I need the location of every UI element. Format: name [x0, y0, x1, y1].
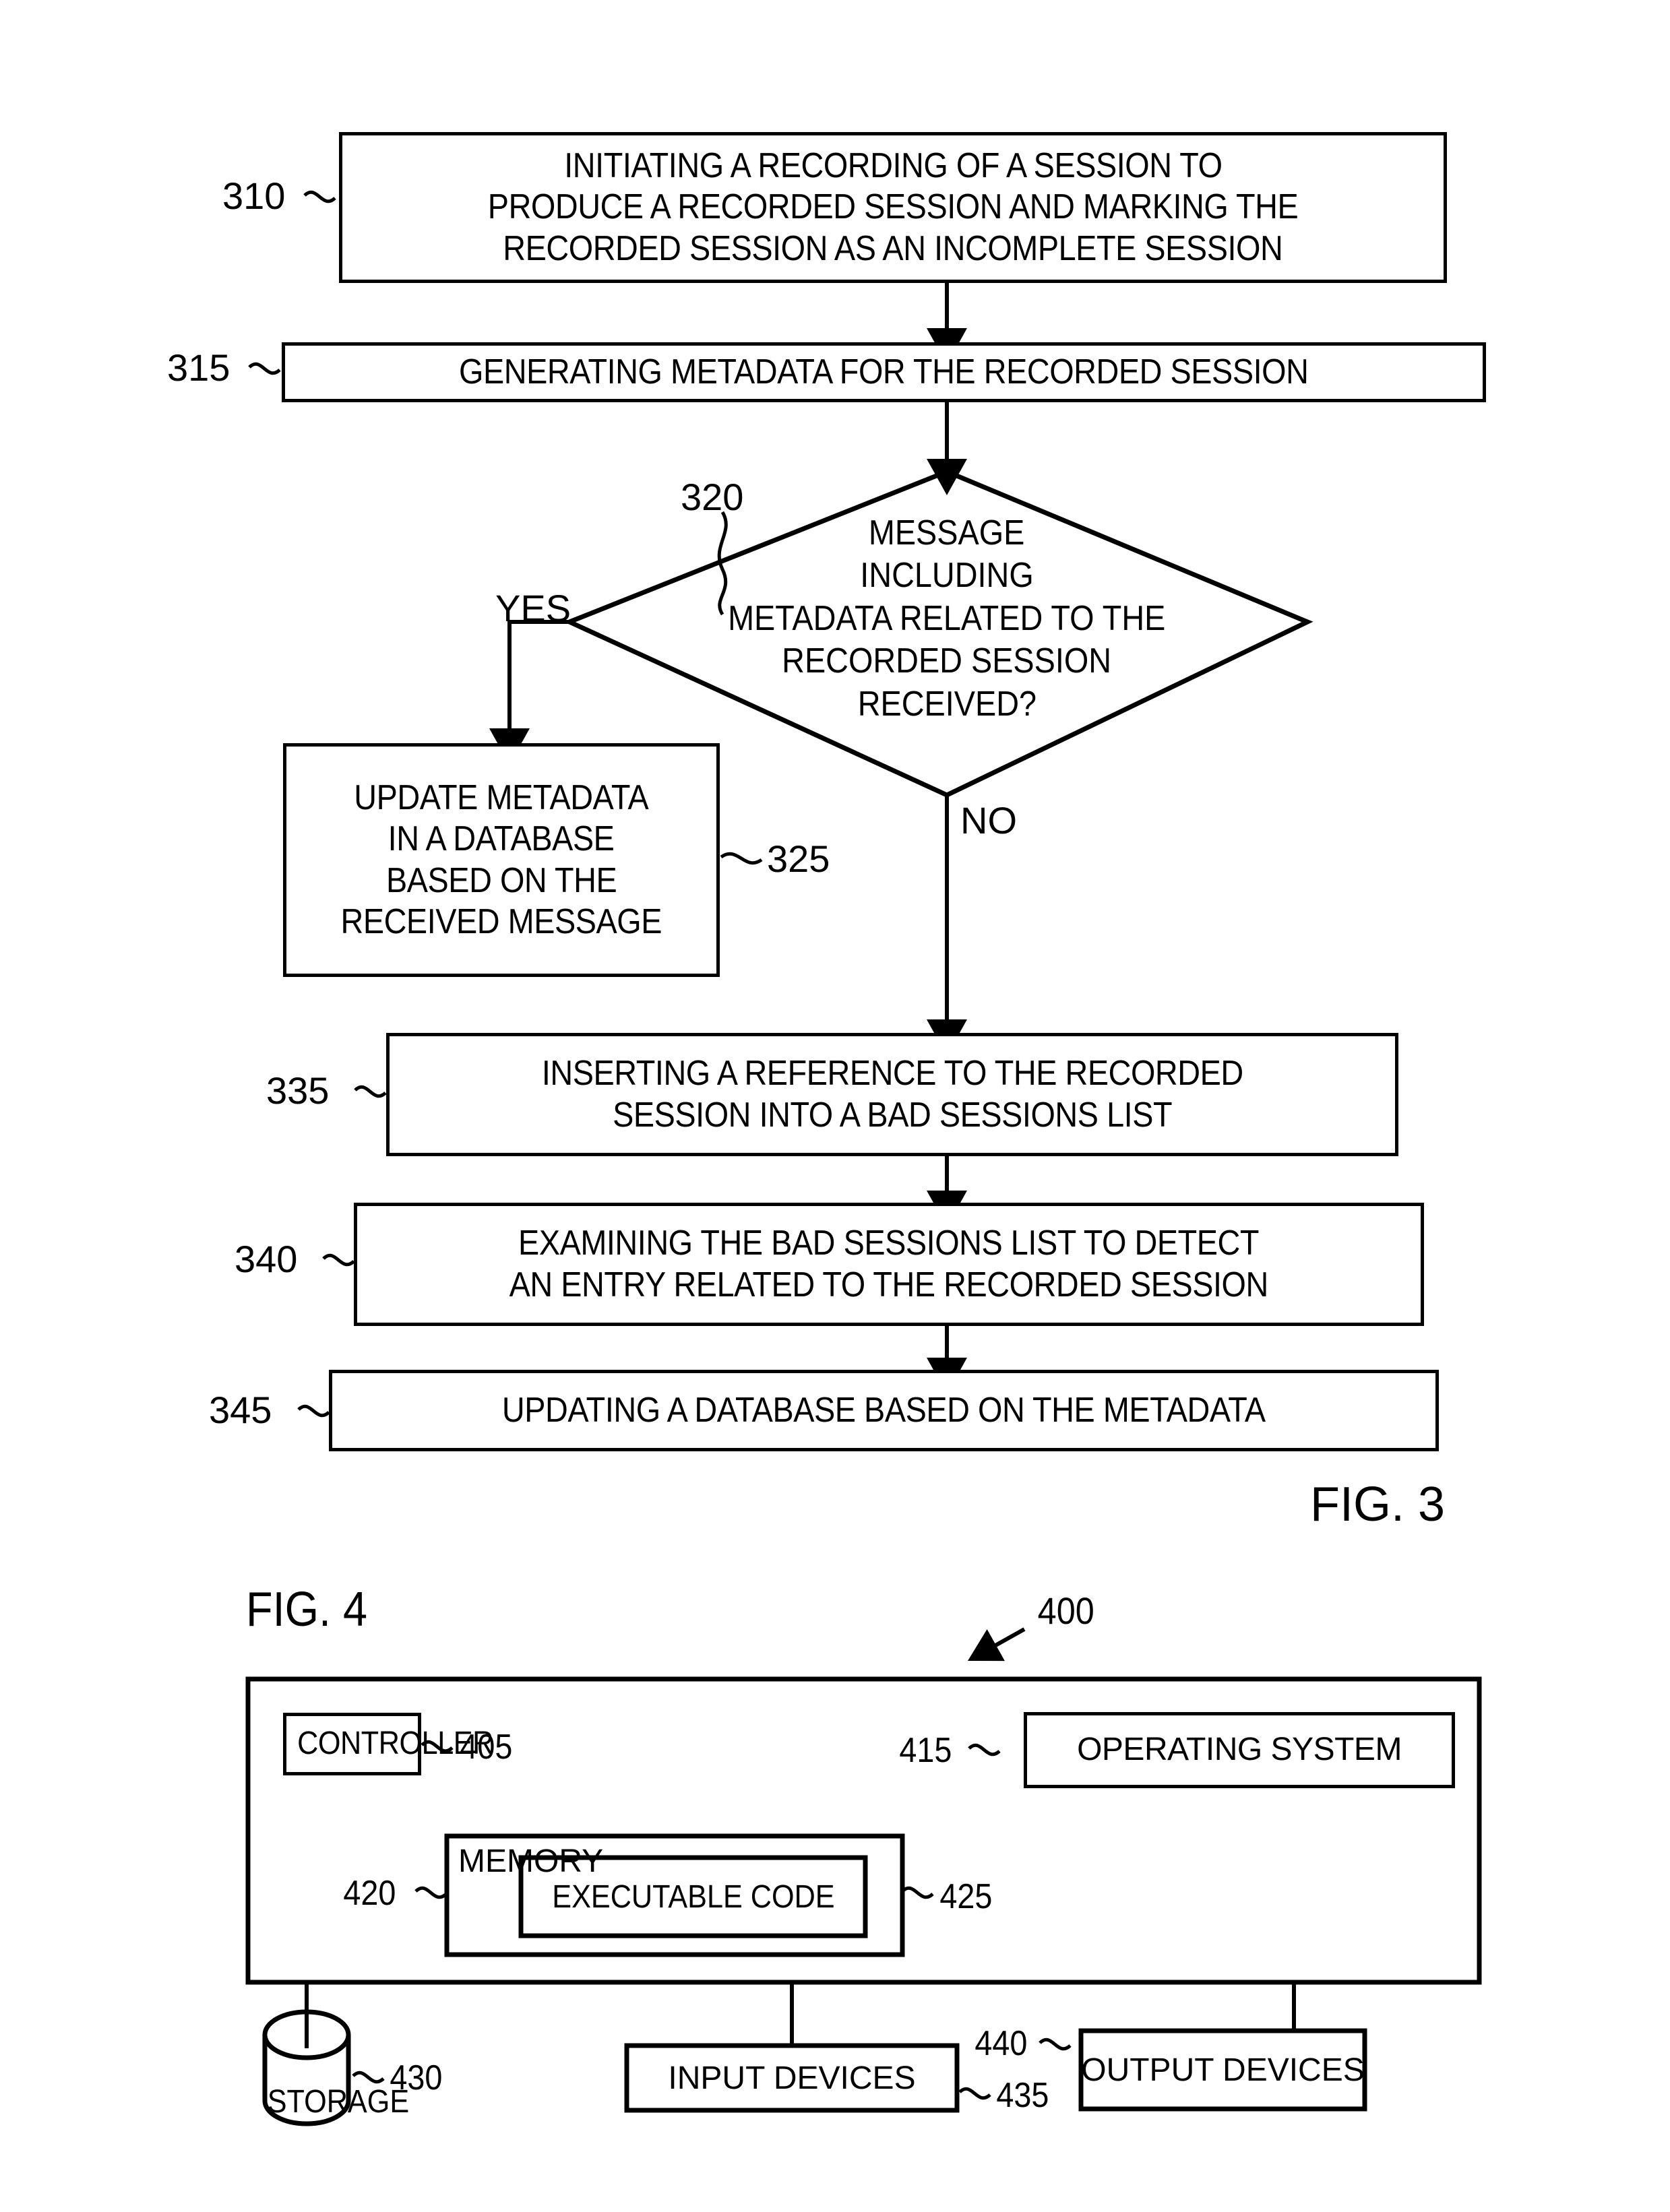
leader-squiggle-310	[303, 190, 336, 203]
controller-box-405: CONTROLLER	[283, 1713, 493, 1775]
leader-squiggle-345	[297, 1404, 330, 1418]
reference-numeral-400-text: 400	[1037, 1589, 1094, 1632]
decision-box-320-line-5: RECEIVED?	[857, 684, 1037, 724]
reference-numeral-430: 430	[387, 2058, 445, 2098]
leader-squiggle-440	[1039, 2037, 1072, 2051]
process-box-325-line-2: IN A DATABASE	[388, 819, 615, 859]
process-box-345: UPDATING A DATABASE BASED ON THE METADAT…	[329, 1370, 1439, 1451]
reference-numeral-415-text: 415	[899, 1731, 952, 1770]
leader-squiggle-335	[354, 1085, 387, 1098]
reference-numeral-420: 420	[340, 1873, 399, 1914]
branch-label-no: NO	[960, 799, 1017, 842]
decision-box-320-text: MESSAGE INCLUDING METADATA RELATED TO TH…	[627, 512, 1267, 726]
storage-label-wrap: STORAGE	[259, 2083, 409, 2120]
leader-squiggle-425	[901, 1886, 934, 1899]
output-devices-label-wrap: OUTPUT DEVICES	[1081, 2031, 1365, 2109]
executable-code-label: EXECUTABLE CODE	[551, 1878, 835, 1915]
process-box-335: INSERTING A REFERENCE TO THE RECORDED SE…	[386, 1033, 1398, 1156]
decision-box-320-line-4: RECORDED SESSION	[782, 641, 1112, 681]
process-box-340: EXAMINING THE BAD SESSIONS LIST TO DETEC…	[354, 1203, 1424, 1326]
leader-squiggle-340	[322, 1253, 355, 1267]
figure-caption-fig4: FIG. 4	[239, 1582, 374, 1637]
figure-caption-fig4-text: FIG. 4	[246, 1583, 368, 1637]
process-box-315: GENERATING METADATA FOR THE RECORDED SES…	[282, 342, 1486, 402]
process-box-325: UPDATE METADATA IN A DATABASE BASED ON T…	[283, 743, 720, 977]
reference-numeral-315: 315	[167, 346, 230, 389]
decision-box-320-line-2: INCLUDING	[860, 556, 1034, 596]
decision-box-320-line-3: METADATA RELATED TO THE	[728, 598, 1166, 638]
figure-caption-fig3: FIG. 3	[1310, 1478, 1446, 1531]
reference-numeral-335: 335	[266, 1069, 330, 1112]
reference-numeral-440-text: 440	[975, 2024, 1028, 2063]
process-box-310-line-3: RECORDED SESSION AS AN INCOMPLETE SESSIO…	[503, 228, 1283, 268]
reference-numeral-325: 325	[767, 838, 830, 880]
leader-325	[720, 852, 763, 865]
reference-numeral-405: 405	[457, 1727, 516, 1767]
executable-code-label-wrap: EXECUTABLE CODE	[521, 1858, 865, 1936]
process-box-310-line-2: PRODUCE A RECORDED SESSION AND MARKING T…	[487, 187, 1299, 227]
reference-numeral-415: 415	[896, 1730, 955, 1771]
reference-numeral-405-text: 405	[460, 1728, 513, 1767]
process-box-345-line-1: UPDATING A DATABASE BASED ON THE METADAT…	[502, 1390, 1266, 1430]
reference-numeral-440: 440	[972, 2023, 1030, 2064]
reference-numeral-340: 340	[235, 1238, 298, 1280]
operating-system-box-415: OPERATING SYSTEM	[1024, 1712, 1455, 1788]
reference-numeral-430-text: 430	[390, 2058, 443, 2097]
operating-system-label: OPERATING SYSTEM	[1077, 1732, 1402, 1768]
leader-squiggle-435	[958, 2087, 991, 2100]
reference-numeral-310: 310	[222, 175, 286, 217]
input-devices-label: INPUT DEVICES	[668, 2060, 916, 2096]
process-box-335-line-2: SESSION INTO A BAD SESSIONS LIST	[612, 1095, 1172, 1135]
process-box-325-line-1: UPDATE METADATA	[354, 778, 649, 817]
reference-numeral-425-text: 425	[939, 1877, 993, 1916]
reference-numeral-425: 425	[937, 1876, 995, 1917]
reference-numeral-420-text: 420	[343, 1874, 396, 1913]
output-devices-label: OUTPUT DEVICES	[1081, 2052, 1365, 2088]
reference-numeral-345: 345	[209, 1389, 272, 1431]
reference-numeral-435: 435	[993, 2075, 1052, 2116]
leader-squiggle-315	[248, 362, 281, 375]
leader-squiggle-430	[352, 2071, 385, 2084]
leader-400-arrow	[967, 1627, 1026, 1662]
process-box-315-line-1: GENERATING METADATA FOR THE RECORDED SES…	[459, 352, 1309, 391]
process-box-310: INITIATING A RECORDING OF A SESSION TO P…	[339, 132, 1447, 283]
reference-numeral-400: 400	[1034, 1589, 1097, 1633]
process-box-325-line-4: RECEIVED MESSAGE	[340, 902, 662, 941]
process-box-335-line-1: INSERTING A REFERENCE TO THE RECORDED	[541, 1054, 1243, 1094]
process-box-325-line-3: BASED ON THE	[385, 860, 617, 900]
reference-numeral-320: 320	[681, 476, 744, 518]
storage-cylinder-top-430	[262, 2034, 351, 2060]
process-box-340-line-1: EXAMINING THE BAD SESSIONS LIST TO DETEC…	[518, 1224, 1260, 1263]
connector-yes-branch	[489, 620, 569, 765]
process-box-340-line-2: AN ENTRY RELATED TO THE RECORDED SESSION	[509, 1265, 1269, 1304]
input-devices-label-wrap: INPUT DEVICES	[627, 2046, 957, 2110]
process-box-310-line-1: INITIATING A RECORDING OF A SESSION TO	[563, 146, 1223, 185]
decision-box-320-line-1: MESSAGE	[869, 513, 1025, 552]
patent-figure-sheet: INITIATING A RECORDING OF A SESSION TO P…	[0, 0, 1670, 2212]
leader-squiggle-420	[414, 1886, 447, 1899]
branch-label-yes: YES	[495, 587, 571, 629]
leader-squiggle-415	[968, 1743, 1001, 1757]
reference-numeral-435-text: 435	[996, 2076, 1049, 2115]
